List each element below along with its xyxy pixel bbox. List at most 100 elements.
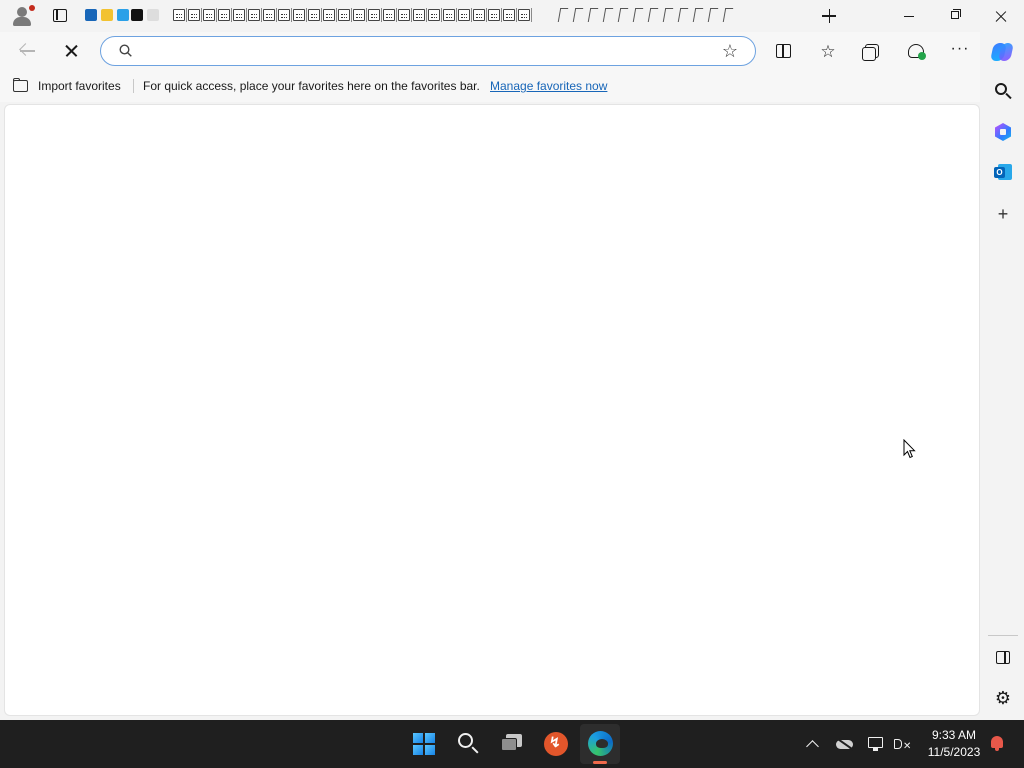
notification-bell-icon[interactable] <box>988 734 1006 754</box>
browser-tab[interactable] <box>146 7 160 24</box>
stop-loading-button[interactable] <box>60 40 84 62</box>
volume-muted-icon[interactable]: ✕ <box>892 734 912 754</box>
restore-button[interactable] <box>932 0 978 32</box>
browser-tab[interactable] <box>631 7 645 24</box>
page-icon <box>233 9 245 21</box>
profile-alert-dot <box>29 5 35 11</box>
browser-tab[interactable] <box>367 7 382 24</box>
page-icon <box>428 9 440 21</box>
x-icon <box>131 9 143 21</box>
browser-tab[interactable] <box>262 7 277 24</box>
more-options-button[interactable]: ··· <box>947 40 973 64</box>
tab-actions-icon[interactable] <box>50 6 70 26</box>
edge-taskbar-icon[interactable] <box>580 724 620 764</box>
browser-tab[interactable] <box>586 7 600 24</box>
browser-tab[interactable] <box>100 7 114 24</box>
browser-tab[interactable] <box>322 7 337 24</box>
page-icon <box>203 9 215 21</box>
page-content[interactable] <box>4 104 980 716</box>
page-icon <box>278 9 290 21</box>
browser-tab[interactable] <box>601 7 615 24</box>
browser-tab[interactable] <box>217 7 232 24</box>
browser-tab[interactable] <box>232 7 247 24</box>
browser-tab[interactable] <box>706 7 720 24</box>
browser-tab[interactable] <box>517 7 532 24</box>
browser-tab[interactable] <box>616 7 630 24</box>
taskbar-search-button[interactable] <box>448 724 488 764</box>
network-icon[interactable] <box>866 734 886 754</box>
divider <box>133 79 134 93</box>
browser-tab[interactable] <box>676 7 690 24</box>
page-icon <box>398 9 410 21</box>
sidebar-search-button[interactable] <box>991 80 1015 104</box>
add-sidebar-app-button[interactable]: + <box>991 202 1015 226</box>
tab-strip <box>82 4 812 28</box>
microsoft-365-icon[interactable] <box>991 120 1015 144</box>
browser-tab[interactable] <box>352 7 367 24</box>
minimize-button[interactable] <box>886 0 932 32</box>
browser-tab[interactable] <box>277 7 292 24</box>
browser-tab[interactable] <box>721 7 735 24</box>
page-icon <box>323 9 335 21</box>
onedrive-icon[interactable] <box>835 734 855 754</box>
outlook-icon[interactable]: O <box>991 160 1015 184</box>
show-hidden-icons-chevron-icon[interactable] <box>803 734 823 754</box>
browser-tab[interactable] <box>427 7 442 24</box>
page-icon <box>308 9 320 21</box>
browser-tab[interactable] <box>292 7 307 24</box>
browser-tab[interactable] <box>130 7 144 24</box>
browser-tab[interactable] <box>172 7 187 24</box>
page-icon <box>173 9 185 21</box>
clock-time: 9:33 AM <box>931 728 977 742</box>
browser-tab[interactable] <box>412 7 427 24</box>
browser-tab[interactable] <box>382 7 397 24</box>
browser-tab[interactable] <box>307 7 322 24</box>
collections-button[interactable] <box>859 40 885 64</box>
browser-tab[interactable] <box>187 7 202 24</box>
start-button[interactable] <box>404 724 444 764</box>
browser-tab[interactable] <box>691 7 705 24</box>
search-tab-icon <box>85 9 97 21</box>
browser-tab[interactable] <box>397 7 412 24</box>
page-icon <box>218 9 230 21</box>
close-button[interactable] <box>978 0 1024 32</box>
browser-tab[interactable] <box>84 7 98 24</box>
clock[interactable]: 9:33 AM 11/5/2023 <box>918 727 990 761</box>
task-view-button[interactable] <box>492 724 532 764</box>
manage-favorites-link[interactable]: Manage favorites now <box>490 79 607 93</box>
page-icon <box>443 9 455 21</box>
browser-tab[interactable] <box>502 7 517 24</box>
browser-tab[interactable] <box>442 7 457 24</box>
import-favorites-button[interactable]: Import favorites <box>12 76 121 96</box>
browser-tab[interactable] <box>646 7 660 24</box>
browser-tab[interactable] <box>202 7 217 24</box>
browser-tab[interactable] <box>556 7 570 24</box>
page-icon <box>473 9 485 21</box>
performance-button[interactable] <box>903 40 929 64</box>
sidebar-settings-button[interactable]: ⚙ <box>991 686 1015 710</box>
profile-icon[interactable] <box>8 4 38 28</box>
hide-sidebar-button[interactable] <box>991 646 1015 670</box>
split-screen-button[interactable] <box>771 40 797 64</box>
browser-tab[interactable] <box>472 7 487 24</box>
browser-tab[interactable] <box>116 7 130 24</box>
sidebar-divider <box>988 635 1018 636</box>
edge-sidebar: O + ⚙ <box>982 70 1024 718</box>
remote-desktop-icon[interactable]: ↯ <box>536 724 576 764</box>
browser-tab[interactable] <box>487 7 502 24</box>
browser-tab[interactable] <box>571 7 585 24</box>
browser-tab[interactable] <box>337 7 352 24</box>
address-bar[interactable]: ☆ <box>100 36 756 66</box>
add-favorite-star-icon[interactable]: ☆ <box>719 40 741 62</box>
new-tab-button[interactable] <box>818 6 840 26</box>
browser-tab[interactable] <box>457 7 472 24</box>
active-app-indicator <box>593 761 607 764</box>
browser-tab[interactable] <box>247 7 262 24</box>
page-icon <box>188 9 200 21</box>
favorites-button[interactable]: ☆ <box>815 40 841 64</box>
back-button[interactable] <box>16 40 40 62</box>
copilot-icon[interactable] <box>990 40 1014 64</box>
address-input[interactable] <box>145 41 705 61</box>
page-icon <box>263 9 275 21</box>
browser-tab[interactable] <box>661 7 675 24</box>
